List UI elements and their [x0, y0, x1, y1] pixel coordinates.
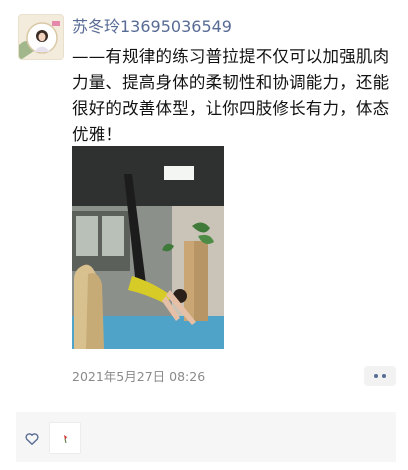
post-text: ——有规律的练习普拉提不仅可以加强肌肉力量、提高身体的柔韧性和协调能力，还能很好… — [72, 47, 390, 144]
more-dot — [382, 374, 386, 378]
author-name[interactable]: 苏冬玲13695036549 — [72, 16, 232, 38]
liker-avatar-image — [50, 423, 80, 453]
post-timestamp: 2021年5月27日 08:26 — [72, 369, 206, 384]
pilates-photo — [72, 146, 224, 349]
post-photo[interactable] — [72, 146, 224, 349]
likes-section — [16, 412, 396, 462]
more-button[interactable] — [364, 366, 396, 386]
avatar-image — [19, 15, 63, 59]
liker-avatar[interactable] — [49, 422, 81, 454]
more-dots-icon — [374, 374, 378, 378]
author-avatar[interactable] — [18, 14, 64, 60]
heart-outline-icon — [25, 433, 39, 445]
